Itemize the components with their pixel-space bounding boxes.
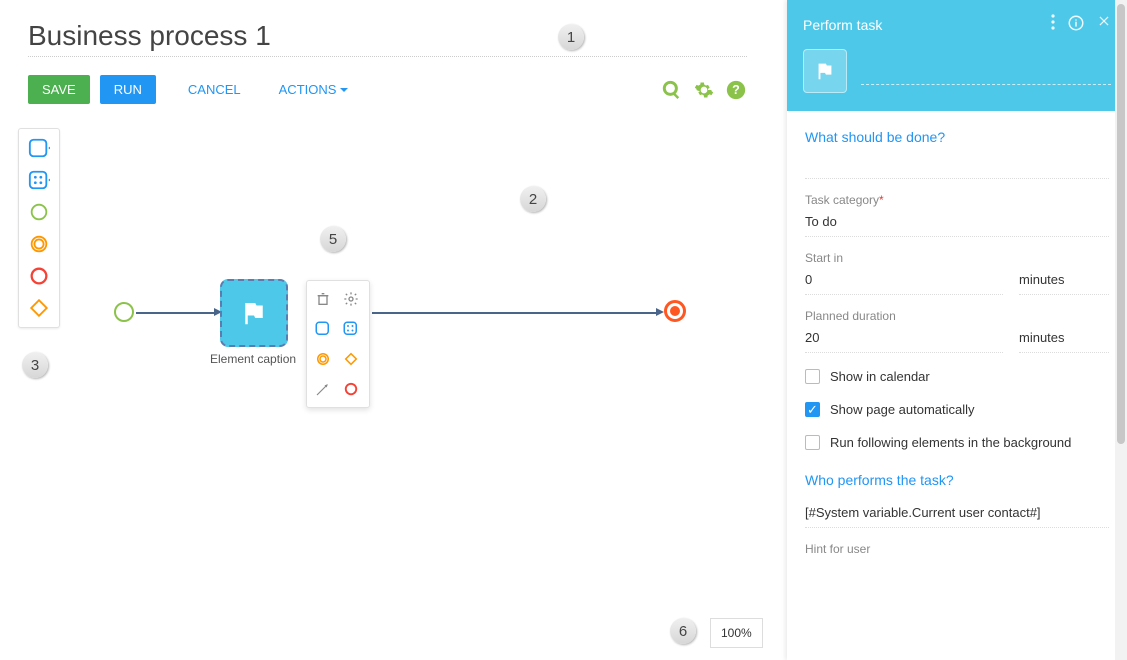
end-event-node[interactable] <box>664 300 686 322</box>
section-who-performs[interactable]: Who performs the task? <box>805 472 1109 488</box>
caret-down-icon <box>340 88 348 96</box>
task-type-icon[interactable] <box>803 49 847 93</box>
gateway-icon[interactable] <box>341 349 361 369</box>
panel-title: Perform task <box>803 17 1039 33</box>
save-button[interactable]: SAVE <box>28 75 90 104</box>
gear-icon[interactable] <box>693 79 715 101</box>
gateway-tool-icon[interactable] <box>28 297 50 319</box>
connector-icon[interactable] <box>313 379 333 399</box>
task-node[interactable] <box>220 279 288 347</box>
duration-label: Planned duration <box>805 309 1003 323</box>
task-category-label: Task category* <box>805 193 1109 207</box>
flag-icon <box>239 298 269 328</box>
start-in-field[interactable]: 0 <box>805 269 1003 290</box>
zoom-indicator[interactable]: 100% <box>710 618 763 648</box>
delete-icon[interactable] <box>313 289 333 309</box>
intermediate-event-icon[interactable] <box>313 349 333 369</box>
close-icon[interactable] <box>1097 14 1111 35</box>
end-event-tool-icon[interactable] <box>28 265 50 287</box>
show-page-automatically-checkbox[interactable]: ✓Show page automatically <box>805 400 1109 419</box>
start-event-node[interactable] <box>114 302 134 322</box>
what-done-input[interactable] <box>805 159 1109 179</box>
end-event-icon[interactable] <box>341 379 361 399</box>
run-button[interactable]: RUN <box>100 75 156 104</box>
intermediate-event-tool-icon[interactable] <box>28 233 50 255</box>
task-name-input[interactable] <box>861 57 1111 85</box>
scrollbar-thumb[interactable] <box>1117 4 1125 444</box>
duration-unit-field[interactable]: minutes <box>1019 327 1109 348</box>
scrollbar[interactable] <box>1115 0 1127 660</box>
help-icon[interactable]: ? <box>725 79 747 101</box>
settings-icon[interactable] <box>341 289 361 309</box>
more-icon[interactable] <box>1051 14 1055 35</box>
element-toolbox <box>18 128 60 328</box>
arrow-right-icon <box>656 308 664 316</box>
start-in-label: Start in <box>805 251 1003 265</box>
start-event-tool-icon[interactable] <box>28 201 50 223</box>
callout-5: 5 <box>320 226 346 252</box>
performer-field[interactable]: [#System variable.Current user contact#] <box>805 502 1109 523</box>
page-title[interactable]: Business process 1 <box>28 20 747 57</box>
sequence-flow[interactable] <box>136 312 218 314</box>
task-category-field[interactable]: To do <box>805 211 1109 232</box>
duration-field[interactable]: 20 <box>805 327 1003 348</box>
svg-text:?: ? <box>732 83 740 97</box>
sequence-flow[interactable] <box>372 312 660 314</box>
callout-3: 3 <box>22 352 48 378</box>
cancel-button[interactable]: CANCEL <box>174 75 255 104</box>
info-icon[interactable] <box>1067 14 1085 35</box>
element-context-menu <box>306 280 370 408</box>
start-in-unit-field[interactable]: minutes <box>1019 269 1109 290</box>
show-in-calendar-checkbox[interactable]: Show in calendar <box>805 367 1109 386</box>
callout-2: 2 <box>520 186 546 212</box>
hint-for-user-label: Hint for user <box>805 542 1109 556</box>
callout-6: 6 <box>670 618 696 644</box>
callout-1: 1 <box>558 24 584 50</box>
section-what-should-be-done[interactable]: What should be done? <box>805 129 1109 145</box>
subprocess-tool-icon[interactable] <box>28 169 50 191</box>
search-icon[interactable] <box>661 79 683 101</box>
user-task-tool-icon[interactable] <box>28 137 50 159</box>
toolbar: SAVE RUN CANCEL ACTIONS ? <box>0 57 775 112</box>
subprocess-icon[interactable] <box>341 319 361 339</box>
process-canvas[interactable]: Element caption <box>70 120 775 660</box>
run-background-checkbox[interactable]: Run following elements in the background <box>805 433 1109 452</box>
properties-panel: Perform task What should be done? Task c… <box>787 0 1127 660</box>
user-task-icon[interactable] <box>313 319 333 339</box>
actions-button[interactable]: ACTIONS <box>265 75 363 104</box>
